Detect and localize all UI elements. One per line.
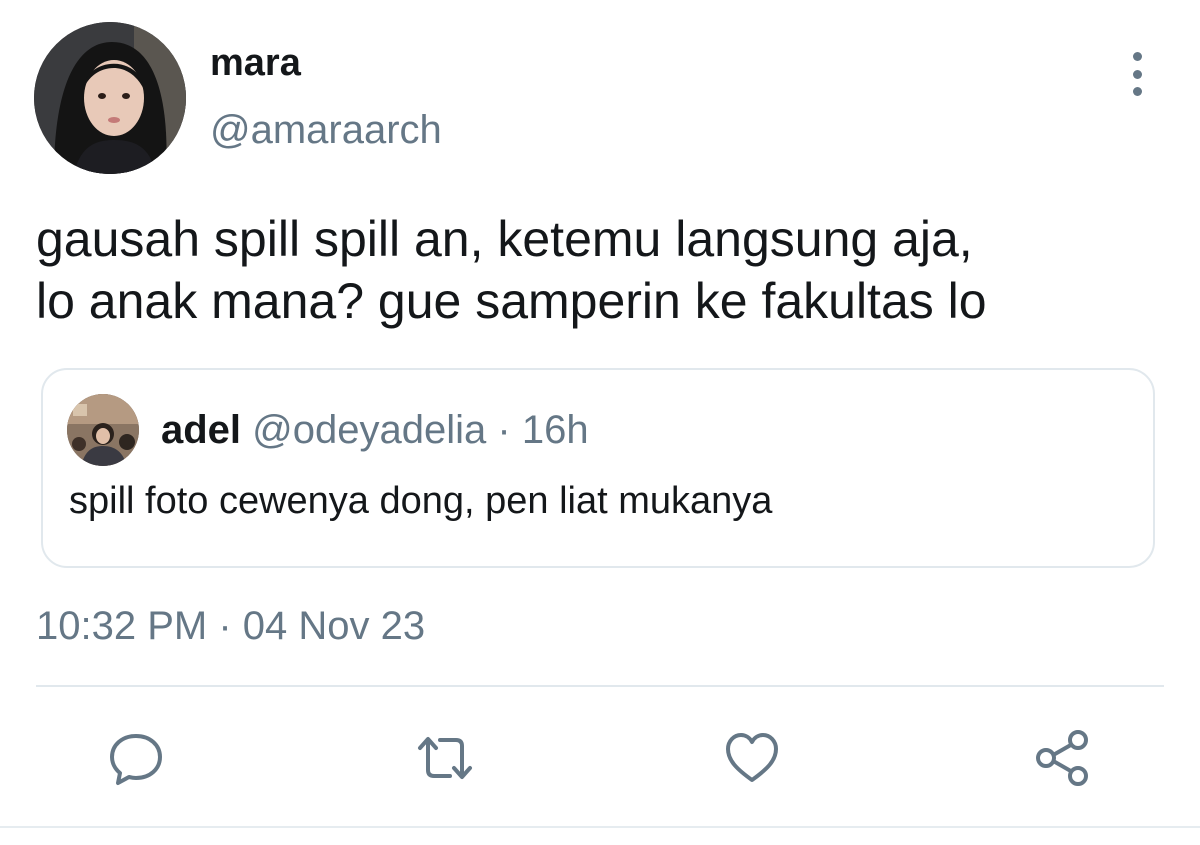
author-handle[interactable]: @amaraarch (210, 106, 442, 154)
tweet-date: 04 Nov 23 (242, 604, 426, 648)
more-options-button[interactable] (1122, 52, 1152, 96)
bottom-divider (0, 826, 1200, 828)
like-icon (726, 733, 778, 782)
timestamp-separator: · (218, 604, 232, 648)
tweet-text: gausah spill spill an, ketemu langsung a… (36, 211, 987, 329)
more-dot-icon (1132, 69, 1142, 79)
tweet-time: 10:32 PM (36, 604, 208, 648)
retweet-icon (418, 737, 472, 779)
share-button[interactable] (1032, 728, 1092, 788)
quoted-time[interactable]: 16h (522, 408, 589, 452)
more-dot-icon (1132, 87, 1142, 96)
share-icon (1036, 730, 1088, 786)
reply-button[interactable] (106, 728, 166, 788)
retweet-button[interactable] (412, 728, 472, 788)
author-avatar-image (34, 22, 186, 174)
like-button[interactable] (722, 728, 782, 788)
reply-icon (110, 734, 162, 785)
quoted-tweet-header: adel @odeyadelia · 16h (161, 406, 589, 454)
author-avatar[interactable] (34, 22, 186, 174)
more-dot-icon (1132, 52, 1142, 61)
quoted-author-display-name[interactable]: adel (161, 408, 241, 452)
tweet-timestamp[interactable]: 10:32 PM · 04 Nov 23 (36, 602, 425, 650)
author-display-name[interactable]: mara (210, 40, 301, 86)
quoted-tweet-text: spill foto cewenya dong, pen liat mukany… (69, 480, 773, 522)
quoted-author-avatar-image (67, 394, 139, 466)
quoted-author-handle[interactable]: @odeyadelia (252, 408, 486, 452)
quoted-tweet-card[interactable]: adel @odeyadelia · 16h spill foto ceweny… (41, 368, 1155, 568)
quoted-separator: · (497, 408, 511, 452)
divider (36, 685, 1164, 687)
quoted-author-avatar[interactable] (67, 394, 139, 466)
